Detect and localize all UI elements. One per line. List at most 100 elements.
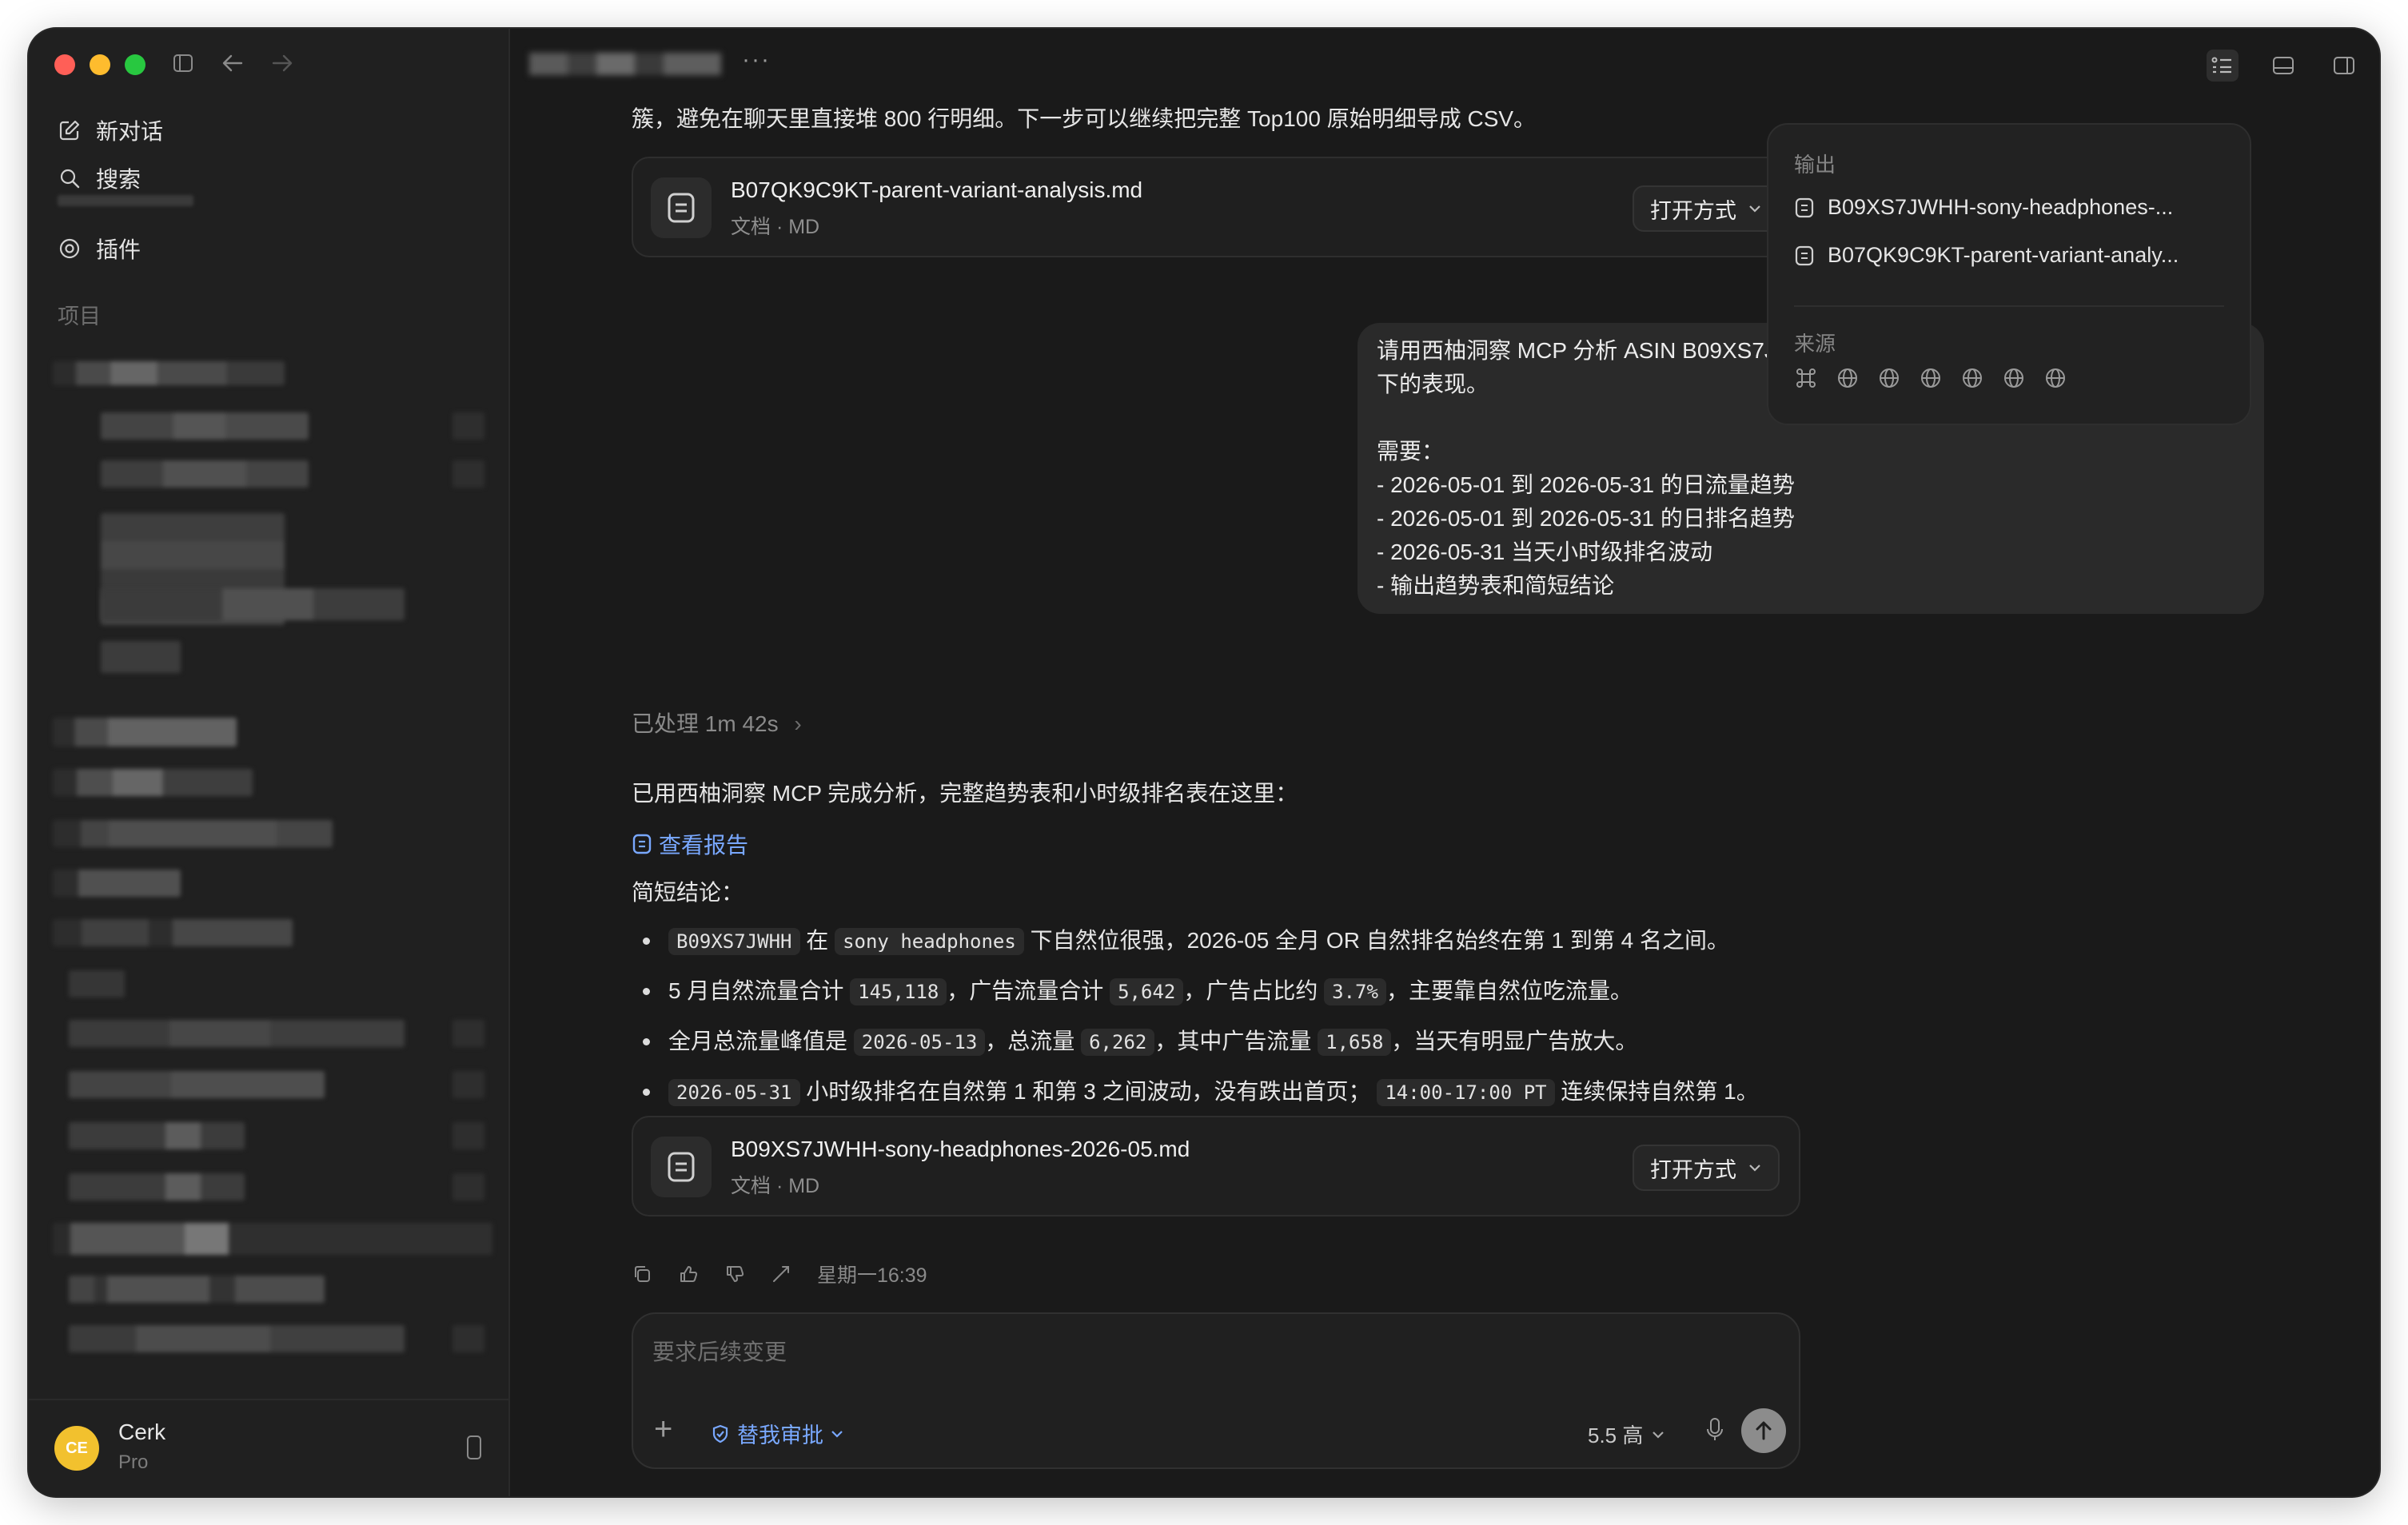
microphone-icon[interactable] bbox=[1704, 1416, 1725, 1443]
project-item[interactable] bbox=[53, 820, 333, 847]
project-item[interactable] bbox=[53, 361, 285, 385]
sources-section-title: 来源 bbox=[1794, 332, 1836, 356]
maximize-window-button[interactable] bbox=[125, 54, 146, 75]
project-item[interactable] bbox=[101, 588, 405, 620]
approval-mode-label: 替我审批 bbox=[737, 1423, 823, 1447]
file-attachment-card[interactable]: B09XS7JWHH-sony-headphones-2026-05.md 文档… bbox=[632, 1116, 1800, 1216]
user-message-line: - 2026-05-31 当天小时级排名波动 bbox=[1377, 540, 1713, 564]
list-item: 全月总流量峰值是 2026-05-13 ，总流量 6,262 ，其中广告流量 1,6… bbox=[632, 1017, 1759, 1067]
arrow-up-icon bbox=[1756, 1421, 1772, 1440]
globe-icon[interactable] bbox=[1877, 366, 1901, 390]
send-button[interactable] bbox=[1741, 1408, 1786, 1453]
project-item[interactable] bbox=[69, 970, 125, 997]
project-item[interactable] bbox=[69, 1071, 325, 1098]
globe-icon[interactable] bbox=[2002, 366, 2026, 390]
chevron-down-icon bbox=[1749, 1165, 1760, 1172]
avatar: CE bbox=[54, 1426, 99, 1471]
chevron-right-icon: › bbox=[794, 711, 802, 736]
model-selector[interactable]: 5.5 高 bbox=[1588, 1419, 1665, 1449]
thumbs-down-icon[interactable] bbox=[724, 1264, 745, 1284]
user-message-line: 需要： bbox=[1377, 439, 1445, 464]
project-item[interactable] bbox=[101, 412, 309, 440]
project-item[interactable] bbox=[53, 718, 237, 747]
list-icon bbox=[2211, 57, 2231, 74]
output-section-title: 输出 bbox=[1794, 153, 1836, 177]
approval-mode-dropdown[interactable]: 替我审批 bbox=[710, 1418, 844, 1449]
right-panel-toggle[interactable] bbox=[2328, 50, 2360, 82]
tasks-view-button[interactable] bbox=[2207, 50, 2239, 82]
globe-icon[interactable] bbox=[1836, 366, 1860, 390]
share-icon[interactable] bbox=[771, 1264, 791, 1284]
output-file-name: B09XS7JWHH-sony-headphones-... bbox=[1828, 195, 2174, 219]
user-plan: Pro bbox=[118, 1451, 149, 1473]
copy-icon[interactable] bbox=[632, 1264, 652, 1284]
project-item-action[interactable] bbox=[452, 1020, 484, 1047]
command-icon[interactable] bbox=[1794, 366, 1818, 390]
document-icon bbox=[651, 1137, 712, 1197]
open-with-label: 打开方式 bbox=[1650, 198, 1736, 223]
project-item[interactable] bbox=[53, 769, 253, 796]
top-right-toolbar bbox=[2207, 50, 2360, 82]
project-item[interactable] bbox=[69, 1276, 325, 1303]
project-item[interactable] bbox=[53, 870, 181, 897]
open-with-button[interactable]: 打开方式 bbox=[1633, 185, 1780, 232]
globe-icon[interactable] bbox=[1960, 366, 1984, 390]
project-item-action[interactable] bbox=[452, 412, 484, 440]
user-name: Cerk bbox=[118, 1419, 166, 1444]
sidebar-toggle-icon[interactable] bbox=[173, 53, 193, 74]
panel-divider bbox=[1794, 305, 2224, 307]
user-message-line: - 2026-05-01 到 2026-05-31 的日流量趋势 bbox=[1377, 472, 1795, 497]
phone-icon[interactable] bbox=[467, 1435, 481, 1459]
new-chat-button[interactable]: 新对话 bbox=[58, 109, 163, 152]
message-timestamp: 星期一16:39 bbox=[817, 1264, 927, 1287]
add-attachment-icon[interactable]: + bbox=[654, 1413, 672, 1445]
model-label: 5.5 高 bbox=[1588, 1423, 1644, 1447]
file-attachment-card[interactable]: B07QK9C9KT-parent-variant-analysis.md 文档… bbox=[632, 157, 1800, 257]
at-sign-icon bbox=[59, 238, 80, 259]
close-window-button[interactable] bbox=[54, 54, 75, 75]
view-report-link[interactable]: 查看报告 bbox=[632, 828, 748, 860]
answer-intro: 已用西柚洞察 MCP 完成分析，完整趋势表和小时级排名表在这里： bbox=[632, 781, 1298, 806]
thumbs-up-icon[interactable] bbox=[678, 1264, 699, 1284]
project-item-action[interactable] bbox=[452, 1173, 484, 1200]
back-arrow-icon[interactable] bbox=[221, 53, 245, 74]
processing-time-toggle[interactable]: 已处理 1m 42s › bbox=[632, 707, 802, 739]
bottom-panel-toggle[interactable] bbox=[2267, 50, 2299, 82]
search-button[interactable]: 搜索 bbox=[58, 157, 141, 200]
chevron-down-icon bbox=[831, 1430, 843, 1438]
project-item[interactable] bbox=[69, 1020, 405, 1047]
list-item: 5 月自然流量合计 145,118 ，广告流量合计 5,642 ，广告占比约 3.7… bbox=[632, 966, 1759, 1017]
chat-thread: 簇，避免在聊天里直接堆 800 行明细。下一步可以继续把完整 Top100 原始… bbox=[510, 29, 2264, 1496]
output-file-item[interactable]: B09XS7JWHH-sony-headphones-... bbox=[1794, 195, 2173, 220]
summary-list: B09XS7JWHH 在 sony headphones 下自然位很强，2026… bbox=[632, 916, 1759, 1117]
project-item-action[interactable] bbox=[452, 1325, 484, 1352]
panel-right-icon bbox=[2334, 57, 2354, 74]
project-item-selected[interactable] bbox=[53, 1223, 492, 1255]
project-item[interactable] bbox=[69, 1122, 245, 1149]
minimize-window-button[interactable] bbox=[90, 54, 110, 75]
project-item[interactable] bbox=[53, 919, 293, 946]
globe-icon[interactable] bbox=[1919, 366, 1943, 390]
search-icon bbox=[60, 169, 80, 189]
project-item-action[interactable] bbox=[452, 1122, 484, 1149]
chevron-down-icon bbox=[1653, 1431, 1664, 1439]
project-item[interactable] bbox=[101, 641, 181, 673]
output-file-name: B07QK9C9KT-parent-variant-analy... bbox=[1828, 243, 2179, 267]
compose-icon bbox=[59, 120, 80, 141]
forward-arrow-icon[interactable] bbox=[270, 53, 294, 74]
message-composer[interactable]: 要求后续变更 + 替我审批 5.5 高 bbox=[632, 1312, 1800, 1469]
user-profile[interactable]: CE Cerk Pro bbox=[29, 1399, 508, 1496]
project-item[interactable] bbox=[101, 460, 309, 488]
plugins-button[interactable]: 插件 bbox=[58, 227, 141, 270]
project-item-action[interactable] bbox=[452, 1071, 484, 1098]
project-item[interactable] bbox=[69, 1325, 405, 1352]
open-with-button[interactable]: 打开方式 bbox=[1633, 1145, 1780, 1191]
assistant-text-fragment: 簇，避免在聊天里直接堆 800 行明细。下一步可以继续把完整 Top100 原始… bbox=[632, 106, 1537, 131]
processing-time-label: 已处理 1m 42s bbox=[632, 711, 779, 736]
project-item-action[interactable] bbox=[452, 460, 484, 488]
project-item[interactable] bbox=[69, 1173, 245, 1200]
globe-icon[interactable] bbox=[2043, 366, 2067, 390]
composer-input[interactable]: 要求后续变更 bbox=[652, 1335, 787, 1367]
panel-bottom-icon bbox=[2273, 57, 2294, 74]
output-file-item[interactable]: B07QK9C9KT-parent-variant-analy... bbox=[1794, 243, 2179, 268]
